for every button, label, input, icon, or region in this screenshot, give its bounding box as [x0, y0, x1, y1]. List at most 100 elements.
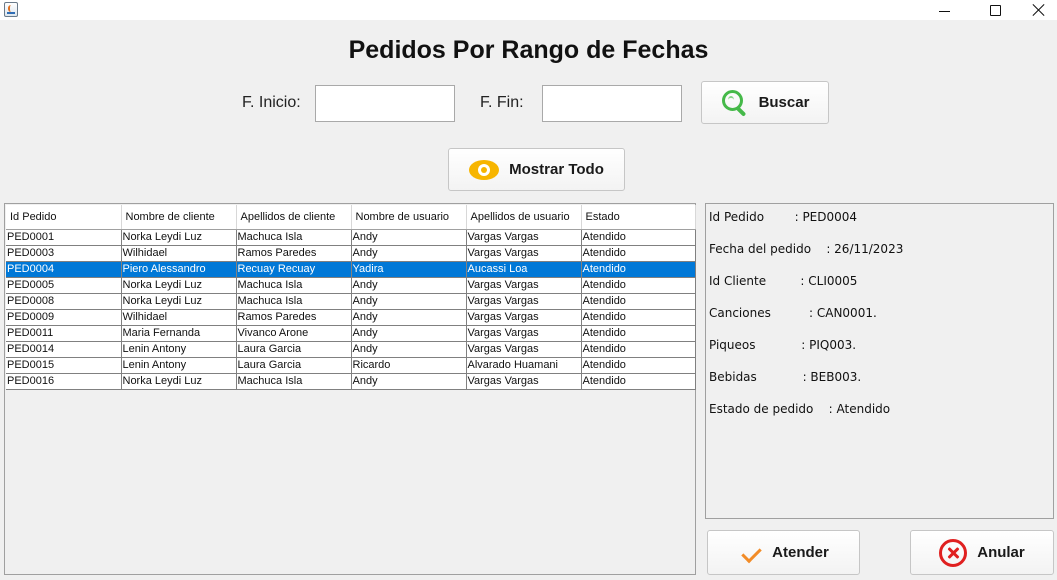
- table-cell: Andy: [351, 293, 467, 310]
- maximize-button[interactable]: [972, 0, 1018, 20]
- search-icon: [721, 89, 749, 117]
- table-cell: Vargas Vargas: [466, 373, 582, 390]
- table-row[interactable]: PED0016 Norka Leydi Luz Machuca Isla Andy Va…: [6, 373, 696, 390]
- table-cell: Alvarado Huamani: [466, 357, 582, 374]
- table-cell: Lenin Antony: [121, 341, 237, 358]
- table-row[interactable]: PED0001 Norka Leydi Luz Machuca Isla Andy Va…: [6, 229, 696, 246]
- table-cell: PED0005: [6, 277, 122, 294]
- title-bar: [0, 0, 1057, 20]
- column-header[interactable]: Apellidos de usuario: [466, 205, 582, 230]
- table-cell: Yadira: [351, 261, 467, 278]
- table-cell: PED0003: [6, 245, 122, 262]
- table-cell: Atendido: [581, 373, 696, 390]
- table-cell: Atendido: [581, 277, 696, 294]
- table-row[interactable]: PED0008 Norka Leydi Luz Machuca Isla Andy Va…: [6, 293, 696, 310]
- table-cell: Vargas Vargas: [466, 277, 582, 294]
- table-row[interactable]: PED0009 Wilhidael Ramos Paredes Andy Vargas …: [6, 309, 696, 326]
- table-cell: Vargas Vargas: [466, 245, 582, 262]
- table-cell: Andy: [351, 229, 467, 246]
- table-cell: Machuca Isla: [236, 373, 352, 390]
- table-cell: Norka Leydi Luz: [121, 277, 237, 294]
- anular-button[interactable]: Anular: [910, 530, 1054, 575]
- check-icon: [738, 543, 762, 563]
- table-cell: Atendido: [581, 325, 696, 342]
- table-cell: Ramos Paredes: [236, 309, 352, 326]
- column-header[interactable]: Apellidos de cliente: [236, 205, 352, 230]
- mostrar-todo-button[interactable]: Mostrar Todo: [448, 148, 625, 191]
- fecha-inicio-input[interactable]: [315, 85, 455, 122]
- java-cup-icon: [4, 2, 18, 17]
- table-cell: Andy: [351, 277, 467, 294]
- table-cell: Andy: [351, 325, 467, 342]
- table-cell: Vargas Vargas: [466, 229, 582, 246]
- detail-id-pedido: Id Pedido : PED0004: [709, 210, 858, 224]
- table-cell: Vargas Vargas: [466, 309, 582, 326]
- table-cell: Machuca Isla: [236, 277, 352, 294]
- table-cell: Laura Garcia: [236, 357, 352, 374]
- table-cell: Atendido: [581, 309, 696, 326]
- table-cell: PED0004: [6, 261, 122, 278]
- column-header[interactable]: Nombre de usuario: [351, 205, 467, 230]
- detail-estado: Estado de pedido : Atendido: [709, 402, 891, 416]
- anular-button-label: Anular: [977, 544, 1025, 561]
- pedido-detail-textarea[interactable]: Id Pedido : PED0004 Fecha del pedido : 2…: [705, 203, 1054, 519]
- detail-id-cliente: Id Cliente : CLI0005: [709, 274, 858, 288]
- table-row[interactable]: PED0014 Lenin Antony Laura Garcia Andy Varga…: [6, 341, 696, 358]
- table-cell: PED0009: [6, 309, 122, 326]
- detail-fecha-pedido: Fecha del pedido : 26/11/2023: [709, 242, 904, 256]
- table-cell: Ricardo: [351, 357, 467, 374]
- table-cell: Atendido: [581, 229, 696, 246]
- table-cell: Wilhidael: [121, 245, 237, 262]
- fecha-inicio-label: F. Inicio:: [242, 94, 301, 111]
- table-row-selected[interactable]: PED0004 Piero Alessandro Recuay Recuay Yadi…: [6, 261, 696, 278]
- buscar-button[interactable]: Buscar: [701, 81, 829, 124]
- atender-button-label: Atender: [772, 544, 829, 561]
- table-row[interactable]: PED0011 Maria Fernanda Vivanco Arone Andy Va…: [6, 325, 696, 342]
- pedidos-table-panel[interactable]: Id Pedido Nombre de cliente Apellidos de…: [4, 203, 696, 575]
- table-cell: Piero Alessandro: [121, 261, 237, 278]
- table-cell: Andy: [351, 341, 467, 358]
- table-row[interactable]: PED0003 Wilhidael Ramos Paredes Andy Vargas …: [6, 245, 696, 262]
- maximize-icon: [989, 4, 1001, 16]
- table-cell: Vivanco Arone: [236, 325, 352, 342]
- pedidos-table[interactable]: Id Pedido Nombre de cliente Apellidos de…: [6, 205, 696, 390]
- table-cell: PED0001: [6, 229, 122, 246]
- detail-piqueos: Piqueos : PIQ003.: [709, 338, 857, 352]
- atender-button[interactable]: Atender: [707, 530, 860, 575]
- mostrar-todo-button-label: Mostrar Todo: [509, 161, 604, 178]
- close-button[interactable]: [1016, 0, 1057, 20]
- minimize-icon: [938, 10, 950, 12]
- page-title: Pedidos Por Rango de Fechas: [348, 36, 709, 64]
- table-cell: Vargas Vargas: [466, 293, 582, 310]
- table-row[interactable]: PED0015 Lenin Antony Laura Garcia Ricardo Al…: [6, 357, 696, 374]
- fecha-fin-input[interactable]: [542, 85, 682, 122]
- table-cell: Laura Garcia: [236, 341, 352, 358]
- table-cell: PED0016: [6, 373, 122, 390]
- table-cell: Norka Leydi Luz: [121, 293, 237, 310]
- table-cell: Machuca Isla: [236, 229, 352, 246]
- minimize-button[interactable]: [921, 0, 967, 20]
- cancel-icon: [939, 538, 968, 567]
- table-cell: Andy: [351, 309, 467, 326]
- table-cell: PED0014: [6, 341, 122, 358]
- table-header-row: Id Pedido Nombre de cliente Apellidos de…: [6, 205, 696, 230]
- column-header[interactable]: Estado: [581, 205, 696, 230]
- table-cell: Norka Leydi Luz: [121, 373, 237, 390]
- eye-icon: [469, 159, 500, 180]
- table-cell: Norka Leydi Luz: [121, 229, 237, 246]
- table-cell: PED0008: [6, 293, 122, 310]
- column-header[interactable]: Nombre de cliente: [121, 205, 237, 230]
- buscar-button-label: Buscar: [758, 94, 810, 111]
- table-cell: Ramos Paredes: [236, 245, 352, 262]
- table-cell: Atendido: [581, 245, 696, 262]
- table-cell: Vargas Vargas: [466, 325, 582, 342]
- fecha-fin-label: F. Fin:: [480, 94, 524, 111]
- table-row[interactable]: PED0005 Norka Leydi Luz Machuca Isla Andy Va…: [6, 277, 696, 294]
- table-cell: Wilhidael: [121, 309, 237, 326]
- table-cell: PED0015: [6, 357, 122, 374]
- table-cell: Atendido: [581, 261, 696, 278]
- column-header[interactable]: Id Pedido: [6, 205, 122, 230]
- table-cell: Vargas Vargas: [466, 341, 582, 358]
- table-cell: Maria Fernanda: [121, 325, 237, 342]
- table-cell: Atendido: [581, 357, 696, 374]
